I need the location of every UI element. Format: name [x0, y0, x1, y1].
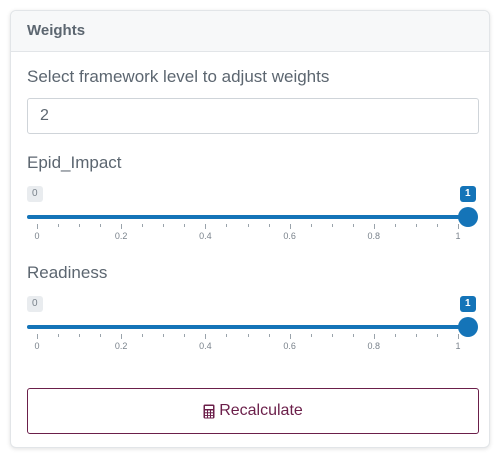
slider-minor-tick [331, 224, 333, 227]
slider-major-tick [289, 334, 291, 339]
recalculate-button[interactable]: Recalculate [27, 388, 479, 434]
slider-minor-tick [79, 224, 81, 227]
slider-minor-tick [394, 334, 396, 337]
slider-minor-tick [247, 334, 249, 337]
slider-min-label: 0 [27, 296, 43, 312]
slider-fill [27, 325, 468, 329]
slider-major-tick [37, 334, 38, 339]
calculator-icon [203, 404, 215, 418]
epid-impact-label: Epid_Impact [27, 153, 122, 172]
slider-minor-tick [310, 334, 312, 337]
slider-minor-tick [58, 224, 60, 227]
weights-card: Weights Select framework level to adjust… [10, 10, 490, 448]
slider-tick-label: 0.6 [283, 231, 296, 241]
slider-track[interactable] [27, 215, 468, 219]
slider-major-tick [121, 334, 123, 339]
slider-tick-label: 0.4 [199, 231, 212, 241]
slider-minor-tick [268, 224, 270, 227]
slider-tick-label: 1 [455, 231, 461, 241]
slider-major-tick [458, 334, 459, 339]
slider-minor-tick [163, 224, 165, 227]
slider-minor-tick [352, 224, 354, 227]
card-header: Weights [11, 11, 489, 52]
epid-impact-slider[interactable]: 0 1 0 0.2 0.4 0.6 0.8 1 [27, 186, 479, 248]
slider-minor-tick [226, 224, 228, 227]
slider-minor-tick [352, 334, 354, 337]
slider-minor-tick [142, 224, 144, 227]
slider-major-tick [373, 224, 375, 229]
slider-minor-tick [184, 224, 186, 227]
slider-tick-label: 0.2 [114, 231, 128, 241]
readiness-slider[interactable]: 0 1 0 0.2 0.4 0.6 0.8 1 [27, 296, 479, 358]
slider-major-tick [205, 224, 207, 229]
slider-minor-tick [394, 224, 396, 227]
slider-value-label: 1 [460, 296, 476, 312]
slider-major-tick [373, 334, 375, 339]
slider-handle[interactable] [458, 317, 478, 337]
slider-handle[interactable] [458, 207, 478, 227]
slider-minor-tick [226, 334, 228, 337]
slider-major-tick [37, 224, 38, 229]
slider-minor-tick [142, 334, 144, 337]
slider-minor-tick [436, 224, 438, 227]
slider-minor-tick [436, 334, 438, 337]
slider-tick-label: 0.2 [114, 341, 128, 351]
slider-tick-label: 0 [34, 231, 40, 241]
slider-minor-tick [415, 334, 417, 337]
slider-minor-tick [331, 334, 333, 337]
slider-value-label: 1 [460, 186, 476, 202]
framework-level-input[interactable] [27, 98, 479, 134]
slider-tick-label: 0.8 [367, 231, 381, 241]
slider-fill [27, 215, 468, 219]
slider-minor-tick [268, 334, 270, 337]
slider-tick-label: 0 [34, 341, 40, 351]
slider-tick-label: 0.8 [367, 341, 381, 351]
recalculate-label: Recalculate [219, 402, 303, 419]
card-title: Weights [27, 22, 86, 39]
slider-minor-tick [100, 334, 102, 337]
readiness-label: Readiness [27, 263, 108, 282]
slider-track[interactable] [27, 325, 468, 329]
slider-minor-tick [58, 334, 60, 337]
slider-minor-tick [247, 224, 249, 227]
slider-major-tick [289, 224, 291, 229]
slider-tick-label: 0.4 [199, 341, 212, 351]
slider-major-tick [205, 334, 207, 339]
slider-minor-tick [310, 224, 312, 227]
slider-min-label: 0 [27, 186, 43, 202]
slider-major-tick [458, 224, 459, 229]
slider-minor-tick [100, 224, 102, 227]
slider-minor-tick [79, 334, 81, 337]
slider-minor-tick [163, 334, 165, 337]
framework-level-label: Select framework level to adjust weights [27, 67, 330, 86]
slider-minor-tick [415, 224, 417, 227]
slider-major-tick [121, 224, 123, 229]
slider-tick-label: 0.6 [283, 341, 296, 351]
slider-minor-tick [184, 334, 186, 337]
slider-tick-label: 1 [455, 341, 461, 351]
